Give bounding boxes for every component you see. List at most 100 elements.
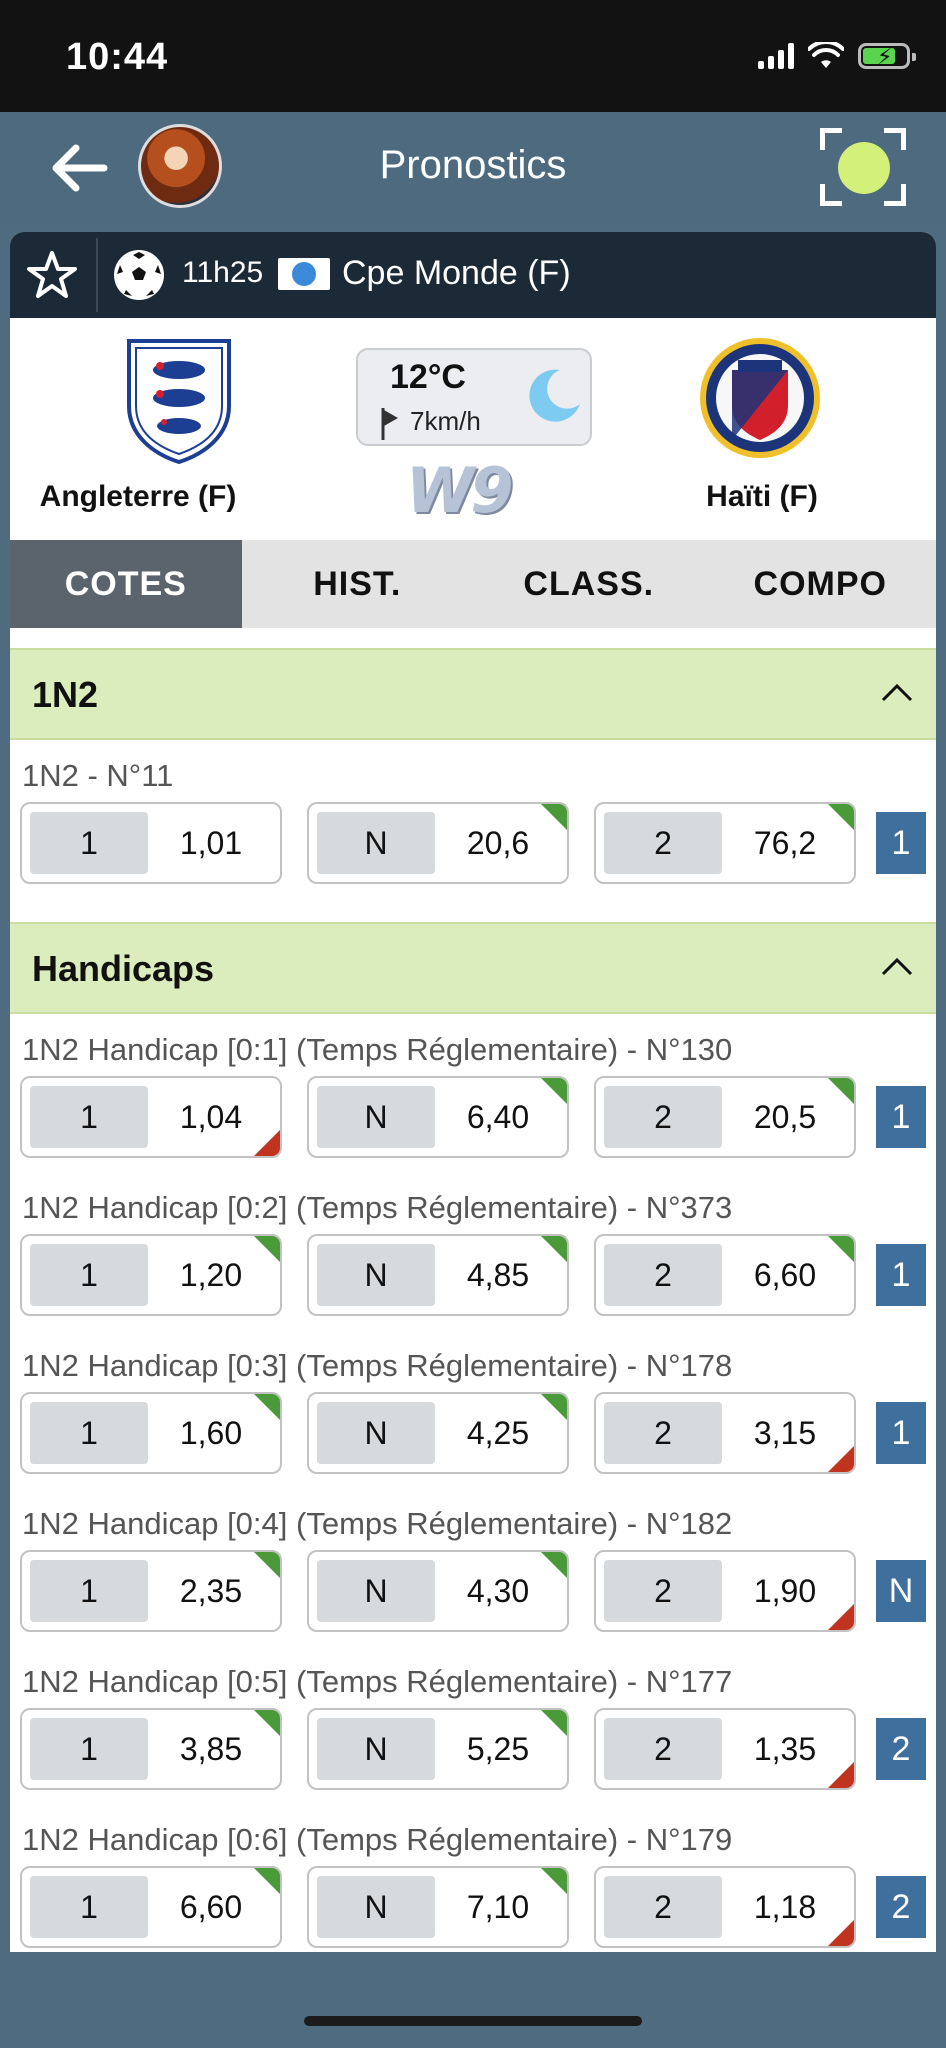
result-badge: 1 [876, 1244, 926, 1306]
section-header-handicaps[interactable]: Handicaps [10, 922, 936, 1014]
tv-channel-logo: W9 [406, 454, 514, 527]
match-card: 11h25 Cpe Monde (F) Angleterre (F) 12°C … [10, 232, 936, 1952]
odd-value: 2,35 [179, 1572, 243, 1609]
odd-key: 2 [604, 1244, 722, 1306]
odd-value: 4,30 [466, 1572, 530, 1609]
odd-value: 5,25 [466, 1730, 530, 1767]
odd-key: 2 [604, 1402, 722, 1464]
home-indicator[interactable] [304, 2016, 642, 2026]
trend-up-icon [541, 1236, 567, 1262]
trend-up-icon [254, 1552, 280, 1578]
odd-value: 76,2 [753, 824, 817, 861]
odd-key: 1 [30, 1876, 148, 1938]
trend-up-icon [541, 1078, 567, 1104]
match-time: 11h25 [182, 256, 264, 289]
competition-name: Cpe Monde (F) [342, 254, 571, 292]
away-team-crest-icon[interactable] [698, 336, 822, 460]
result-badge: 1 [876, 1086, 926, 1148]
trend-down-icon [828, 1604, 854, 1630]
odd-value: 4,85 [466, 1256, 530, 1293]
odd-key: N [317, 1402, 435, 1464]
odd-value: 6,60 [753, 1256, 817, 1293]
odd-value: 1,60 [179, 1414, 243, 1451]
odd-value: 3,15 [753, 1414, 817, 1451]
trend-up-icon [254, 1710, 280, 1736]
odd-button-away[interactable]: 2 1,35 [594, 1708, 856, 1790]
odd-value: 1,35 [753, 1730, 817, 1767]
match-info-bar: 11h25 Cpe Monde (F) [10, 232, 936, 318]
odd-button-draw[interactable]: N 5,25 [307, 1708, 569, 1790]
trend-down-icon [254, 1130, 280, 1156]
result-badge: 1 [876, 812, 926, 874]
odd-button-home[interactable]: 1 3,85 [20, 1708, 282, 1790]
odd-button-home[interactable]: 1 1,20 [20, 1234, 282, 1316]
section-header-1n2[interactable]: 1N2 [10, 648, 936, 740]
live-indicator-icon [838, 142, 890, 194]
wind-speed: 7km/h [410, 406, 481, 436]
odd-button-away[interactable]: 2 1,18 [594, 1866, 856, 1948]
odd-value: 20,5 [753, 1098, 817, 1135]
odd-button-draw[interactable]: N 20,6 [307, 802, 569, 884]
odd-button-home[interactable]: 1 1,60 [20, 1392, 282, 1474]
odd-value: 3,85 [179, 1730, 243, 1767]
trend-up-icon [541, 1710, 567, 1736]
odd-button-draw[interactable]: N 4,25 [307, 1392, 569, 1474]
odd-button-away[interactable]: 2 1,90 [594, 1550, 856, 1632]
odd-button-draw[interactable]: N 4,85 [307, 1234, 569, 1316]
odd-key: 1 [30, 812, 148, 874]
result-badge: 2 [876, 1876, 926, 1938]
result-badge: 2 [876, 1718, 926, 1780]
trend-up-icon [541, 1868, 567, 1894]
tab-bar: COTES HIST. CLASS. COMPO [10, 540, 936, 628]
battery-icon: ⚡ [858, 43, 916, 69]
odd-button-draw[interactable]: N 4,30 [307, 1550, 569, 1632]
tab-cotes[interactable]: COTES [10, 540, 242, 628]
odd-key: N [317, 1244, 435, 1306]
favorite-star-icon[interactable] [24, 248, 80, 304]
odd-key: 2 [604, 812, 722, 874]
odd-button-home[interactable]: 1 2,35 [20, 1550, 282, 1632]
chevron-up-icon[interactable] [880, 954, 914, 978]
bet-label: 1N2 Handicap [0:5] (Temps Réglementaire)… [22, 1664, 733, 1699]
weather-box: 12°C 7km/h [356, 348, 592, 446]
odd-value: 1,01 [179, 824, 243, 861]
trend-up-icon [828, 804, 854, 830]
odd-key: 2 [604, 1718, 722, 1780]
odd-key: N [317, 1086, 435, 1148]
odd-key: 1 [30, 1718, 148, 1780]
tab-hist[interactable]: HIST. [242, 540, 474, 628]
odd-button-away[interactable]: 2 3,15 [594, 1392, 856, 1474]
odd-button-away[interactable]: 2 6,60 [594, 1234, 856, 1316]
section-title: 1N2 [32, 674, 99, 715]
odd-button-draw[interactable]: N 7,10 [307, 1866, 569, 1948]
odd-button-away[interactable]: 2 76,2 [594, 802, 856, 884]
odd-key: 1 [30, 1402, 148, 1464]
trend-up-icon [828, 1236, 854, 1262]
odd-button-home[interactable]: 1 1,01 [20, 802, 282, 884]
odd-key: 1 [30, 1244, 148, 1306]
tab-class[interactable]: CLASS. [473, 540, 705, 628]
odd-value: 6,60 [179, 1888, 243, 1925]
status-icons: ⚡ [758, 42, 916, 70]
odd-key: N [317, 1560, 435, 1622]
tab-compo[interactable]: COMPO [705, 540, 937, 628]
chevron-up-icon[interactable] [880, 680, 914, 704]
soccer-ball-icon [114, 250, 164, 300]
odd-key: 1 [30, 1560, 148, 1622]
result-badge: 1 [876, 1402, 926, 1464]
page-title: Pronostics [379, 143, 567, 187]
home-team-crest-icon[interactable] [124, 336, 234, 466]
world-cup-flag-icon [278, 258, 330, 290]
trend-up-icon [254, 1868, 280, 1894]
odd-button-home[interactable]: 1 6,60 [20, 1866, 282, 1948]
away-team-name[interactable]: Haïti (F) [664, 480, 860, 514]
scan-button[interactable] [820, 128, 906, 206]
odd-button-draw[interactable]: N 6,40 [307, 1076, 569, 1158]
trend-down-icon [828, 1446, 854, 1472]
odd-key: 2 [604, 1876, 722, 1938]
odd-button-away[interactable]: 2 20,5 [594, 1076, 856, 1158]
bet-label: 1N2 Handicap [0:6] (Temps Réglementaire)… [22, 1822, 733, 1857]
home-team-name[interactable]: Angleterre (F) [10, 480, 266, 514]
odd-key: 2 [604, 1086, 722, 1148]
odd-button-home[interactable]: 1 1,04 [20, 1076, 282, 1158]
